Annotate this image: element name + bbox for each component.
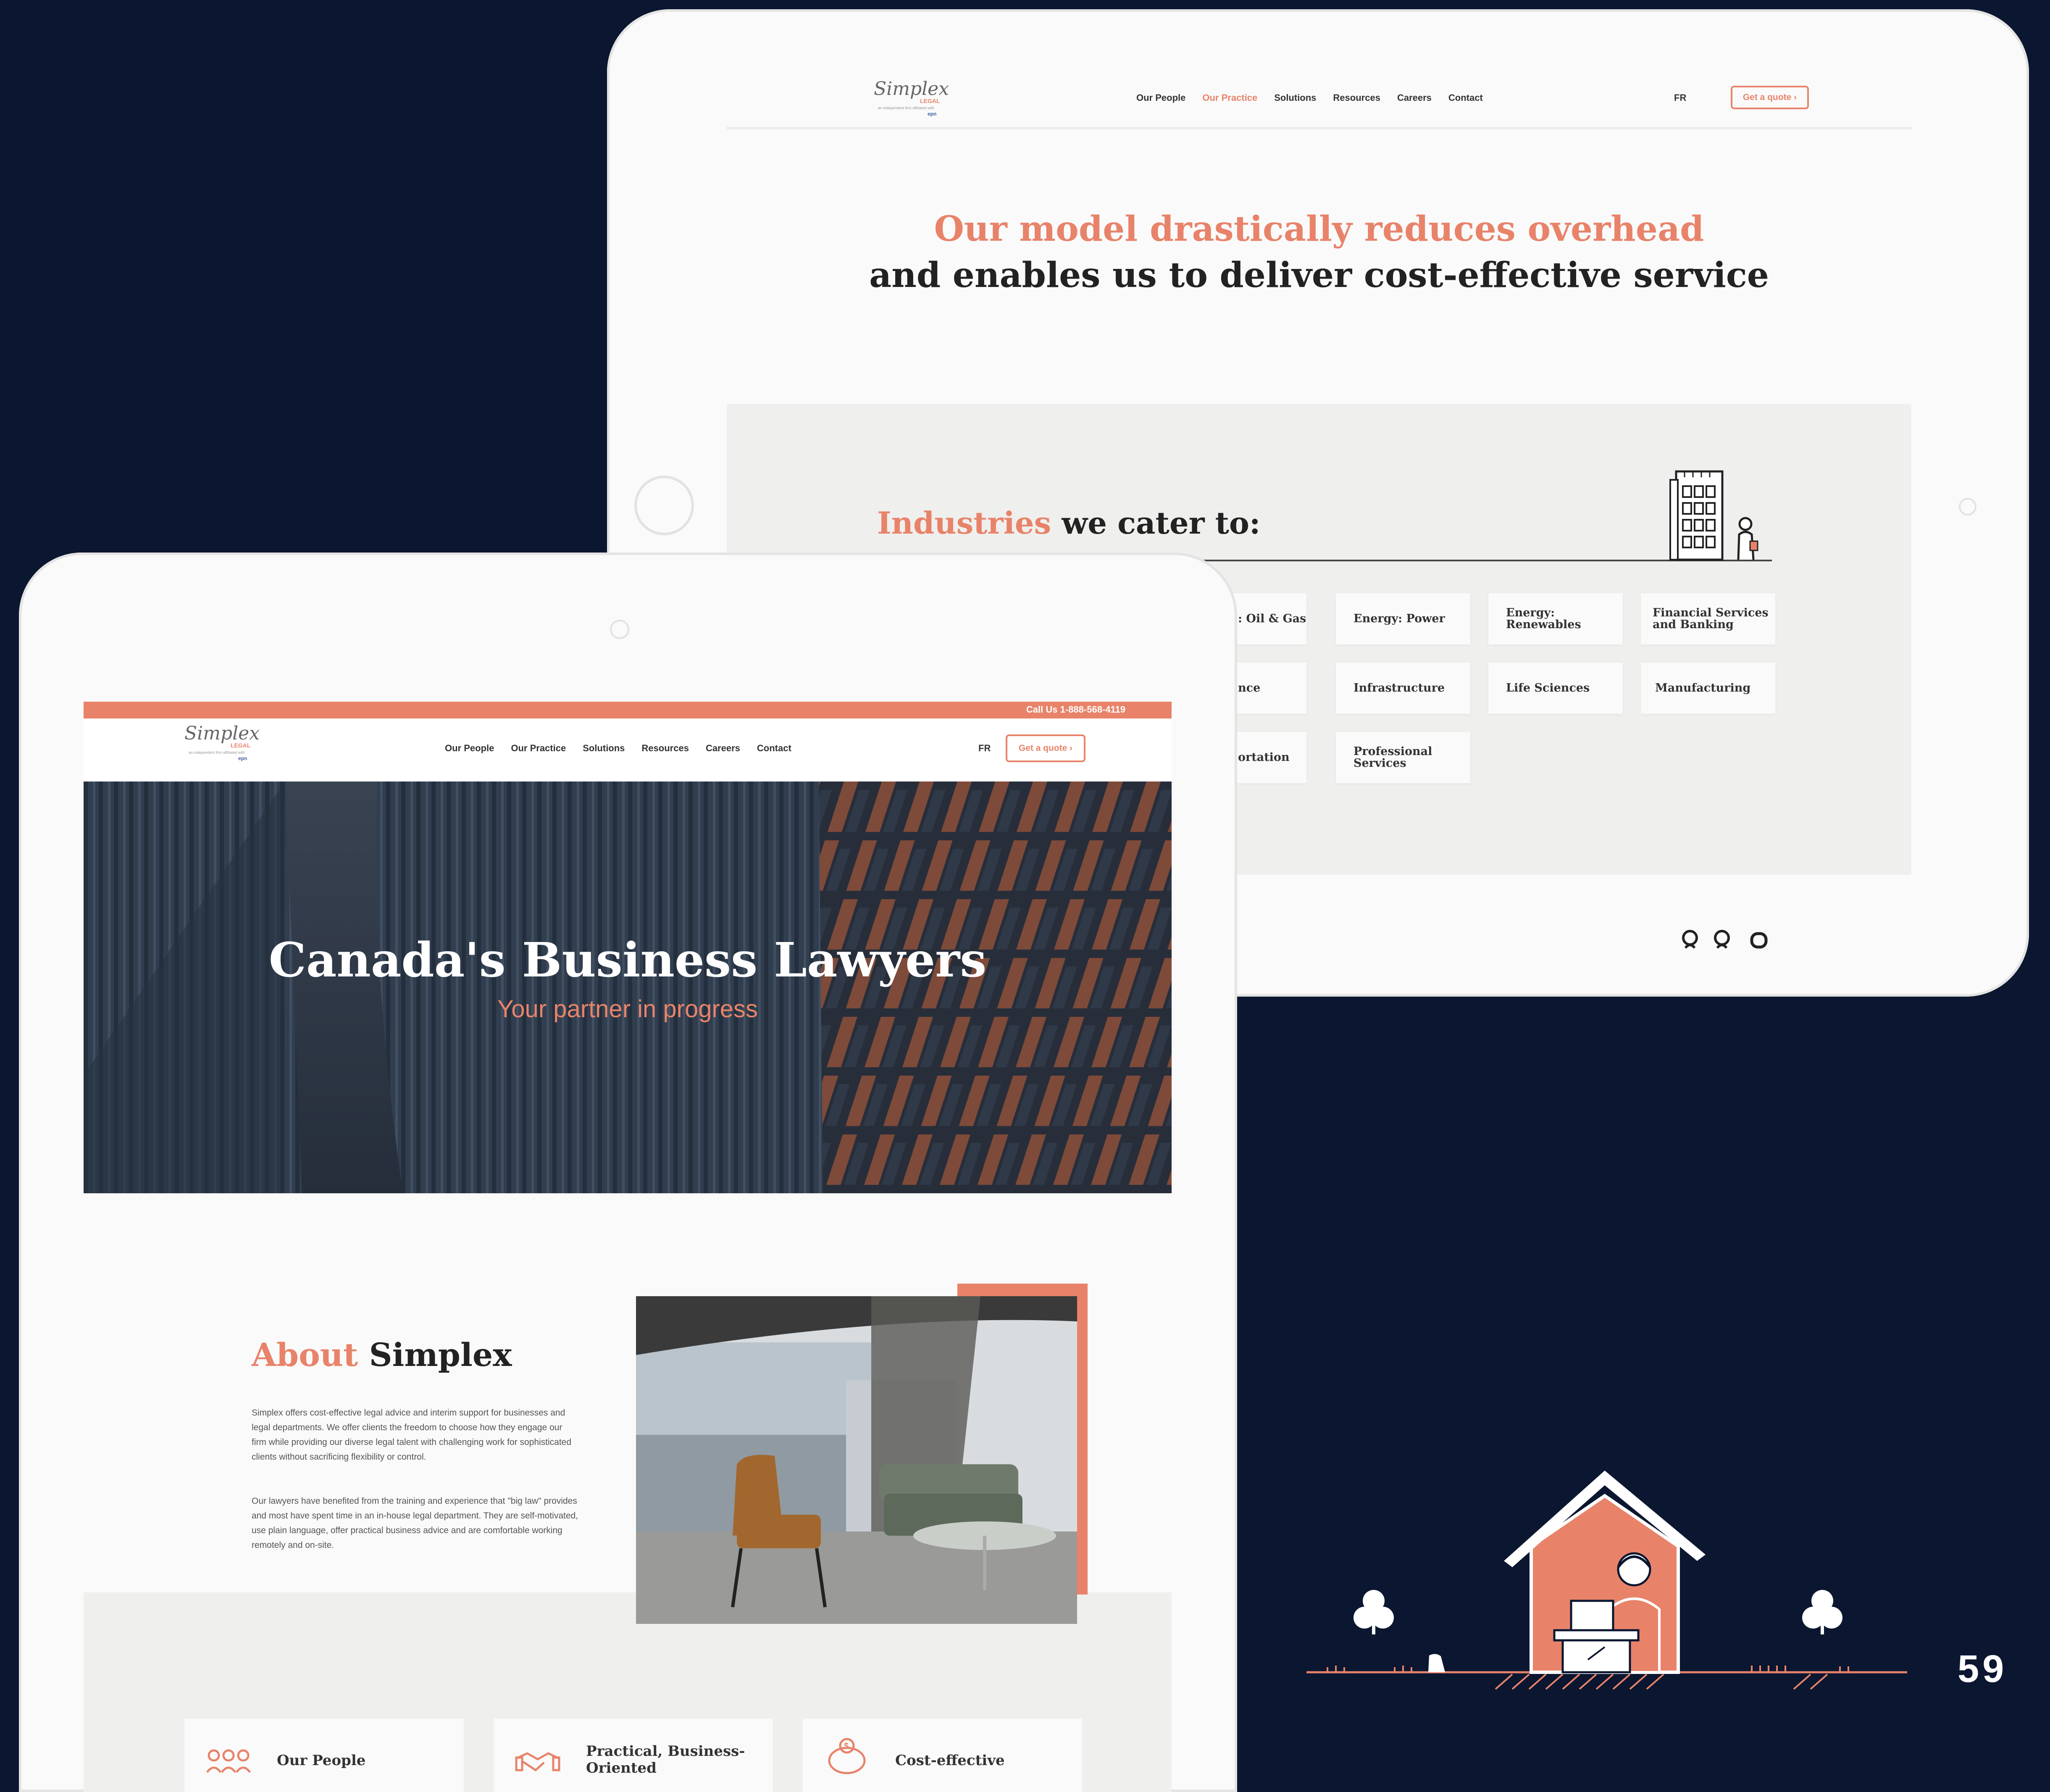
- model-headline-line-1: Our model drastically reduces overhead: [934, 209, 1704, 249]
- about-paragraph-2: Our lawyers have benefited from the trai…: [252, 1496, 578, 1550]
- piggy-bank-icon: $: [828, 1738, 866, 1774]
- tree-icon: [1354, 1590, 1394, 1634]
- simplex-logo[interactable]: Simplex LEGAL an independent firm affili…: [184, 723, 268, 769]
- office-lounge-photo: [636, 1296, 1077, 1624]
- nav-our-people[interactable]: Our People: [445, 743, 494, 754]
- svg-text:$: $: [844, 1742, 849, 1751]
- get-quote-button[interactable]: Get a quote ›: [1006, 734, 1085, 762]
- page-number: 59: [1958, 1647, 2008, 1690]
- call-us-phone[interactable]: Call Us 1-888-568-4119: [1026, 704, 1125, 715]
- feature-card-our-people[interactable]: Our People: [184, 1718, 464, 1792]
- nav-our-practice[interactable]: Our Practice: [1202, 92, 1257, 103]
- person-avatar-icon: [1682, 930, 1698, 949]
- nav-solutions[interactable]: Solutions: [583, 743, 625, 754]
- nav-solutions[interactable]: Solutions: [1274, 92, 1316, 103]
- tablet-camera-dot: [610, 620, 629, 639]
- industry-card-energy-power[interactable]: Energy: Power: [1336, 593, 1470, 645]
- nav-our-people[interactable]: Our People: [1136, 92, 1185, 103]
- feature-card-practical[interactable]: Practical, Business-Oriented: [494, 1718, 773, 1792]
- industry-card-energy-renewables[interactable]: Energy: Renewables: [1488, 593, 1623, 645]
- industry-card-manufacturing[interactable]: Manufacturing: [1641, 663, 1775, 714]
- back-main-menu: Our People Our Practice Solutions Resour…: [1136, 92, 1483, 103]
- language-toggle[interactable]: FR: [978, 743, 991, 754]
- industries-heading: Industries we cater to:: [877, 505, 1261, 541]
- front-tablet-screen: Call Us 1-888-568-4119 Simplex LEGAL an …: [84, 702, 1172, 1792]
- person-avatar-icon: [1714, 930, 1730, 949]
- tree-icon: [1802, 1590, 1842, 1634]
- nav-careers[interactable]: Careers: [1397, 92, 1432, 103]
- feature-card-cost-effective[interactable]: $ Cost-effective: [803, 1718, 1082, 1792]
- tablet-home-button: [634, 476, 694, 535]
- building-person-icon: [1669, 470, 1758, 561]
- about-paragraph-1: Simplex offers cost-effective legal advi…: [252, 1408, 572, 1462]
- handshake-icon: [515, 1752, 560, 1772]
- cat-icon: [1428, 1654, 1445, 1672]
- industry-card-life-sciences[interactable]: Life Sciences: [1488, 663, 1623, 714]
- nav-resources[interactable]: Resources: [1333, 92, 1380, 103]
- nav-contact[interactable]: Contact: [1448, 92, 1483, 103]
- front-tablet-frame: Call Us 1-888-568-4119 Simplex LEGAL an …: [19, 553, 1237, 1792]
- model-headline-line-2: and enables us to deliver cost-effective…: [869, 255, 1769, 295]
- tablet-camera-dot: [1959, 498, 1976, 516]
- nav-careers[interactable]: Careers: [706, 743, 740, 754]
- industry-card-infrastructure[interactable]: Infrastructure: [1336, 663, 1470, 714]
- people-group-icon: [206, 1749, 251, 1773]
- people-icons-row: [1680, 929, 1769, 949]
- front-main-menu: Our People Our Practice Solutions Resour…: [445, 743, 791, 754]
- call-us-bar: Call Us 1-888-568-4119: [84, 702, 1172, 718]
- hero-banner: Canada's Business Lawyers Your partner i…: [84, 782, 1172, 1193]
- back-navbar: Simplex LEGAL an independent firm affili…: [727, 68, 1911, 129]
- nav-our-practice[interactable]: Our Practice: [511, 743, 566, 754]
- industry-card-financial-services[interactable]: Financial Services and Banking: [1641, 593, 1775, 645]
- person-avatar-icon: [1750, 932, 1768, 949]
- hero-subtitle: Your partner in progress: [497, 995, 758, 1023]
- hero-title: Canada's Business Lawyers: [268, 933, 987, 988]
- front-navbar: Simplex LEGAL an independent firm affili…: [84, 718, 1172, 782]
- house-illustration: [1306, 1471, 1907, 1690]
- simplex-logo[interactable]: Simplex LEGAL an independent firm affili…: [874, 78, 958, 120]
- industry-card-professional-services[interactable]: Professional Services: [1336, 732, 1470, 783]
- get-quote-button[interactable]: Get a quote ›: [1731, 86, 1809, 109]
- nav-resources[interactable]: Resources: [641, 743, 689, 754]
- nav-contact[interactable]: Contact: [757, 743, 791, 754]
- language-toggle[interactable]: FR: [1674, 92, 1686, 103]
- about-heading: About Simplex: [252, 1336, 512, 1374]
